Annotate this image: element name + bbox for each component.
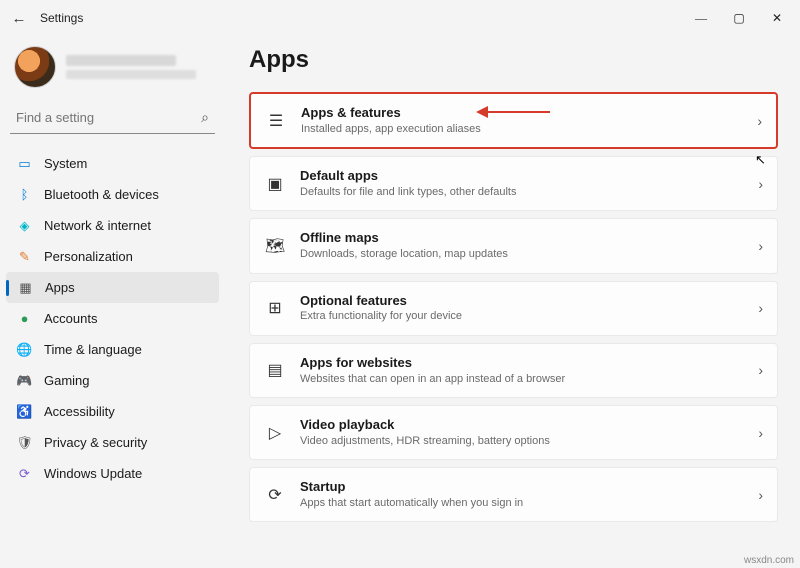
nav-time-language[interactable]: 🌐 Time & language xyxy=(6,334,219,365)
nav-label: Accessibility xyxy=(44,404,115,419)
page-title: Apps xyxy=(249,46,778,74)
startup-icon: ⟳ xyxy=(264,484,286,506)
apps-features-icon: ☰ xyxy=(265,110,287,132)
accounts-icon: ● xyxy=(16,310,33,327)
nav: ▭ System ᛒ Bluetooth & devices ◈ Network & … xyxy=(6,148,219,489)
cursor-icon: ↖ xyxy=(755,152,766,168)
personalization-icon: ✎ xyxy=(16,248,33,265)
chevron-right-icon: › xyxy=(758,300,763,316)
nav-system[interactable]: ▭ System xyxy=(6,148,219,179)
avatar xyxy=(14,46,56,88)
chevron-right-icon: › xyxy=(758,487,763,503)
time-icon: 🌐 xyxy=(16,341,33,358)
close-button[interactable]: ✕ xyxy=(758,4,796,32)
attribution: wsxdn.com xyxy=(744,555,794,566)
nav-accounts[interactable]: ● Accounts xyxy=(6,303,219,334)
nav-label: Gaming xyxy=(44,373,90,388)
card-desc: Downloads, storage location, map updates xyxy=(300,247,744,261)
nav-network[interactable]: ◈ Network & internet xyxy=(6,210,219,241)
card-title: Video playback xyxy=(300,417,744,434)
card-text: Apps for websites Websites that can open… xyxy=(300,355,744,386)
annotation-arrow xyxy=(470,106,555,118)
card-title: Apps for websites xyxy=(300,355,744,372)
card-text: Startup Apps that start automatically wh… xyxy=(300,479,744,510)
card-desc: Defaults for file and link types, other … xyxy=(300,185,744,199)
card-title: Offline maps xyxy=(300,230,744,247)
card-text: Offline maps Downloads, storage location… xyxy=(300,230,744,261)
nav-accessibility[interactable]: ♿ Accessibility xyxy=(6,396,219,427)
search-icon: ⌕ xyxy=(201,109,209,126)
card-desc: Installed apps, app execution aliases xyxy=(301,122,743,136)
nav-label: Accounts xyxy=(44,311,97,326)
window-controls: — ▢ ✕ xyxy=(682,4,796,32)
bluetooth-icon: ᛒ xyxy=(16,186,33,203)
card-title: Startup xyxy=(300,479,744,496)
user-text xyxy=(66,55,196,79)
card-apps-for-websites[interactable]: ▤ Apps for websites Websites that can op… xyxy=(249,343,778,398)
nav-windows-update[interactable]: ⟳ Windows Update xyxy=(6,458,219,489)
nav-label: Network & internet xyxy=(44,218,151,233)
nav-label: Personalization xyxy=(44,249,133,264)
optional-features-icon: ⊞ xyxy=(264,297,286,319)
chevron-right-icon: › xyxy=(758,362,763,378)
nav-label: Apps xyxy=(45,280,75,295)
nav-label: System xyxy=(44,156,87,171)
nav-gaming[interactable]: 🎮 Gaming xyxy=(6,365,219,396)
gaming-icon: 🎮 xyxy=(16,372,33,389)
sidebar: ⌕ ▭ System ᛒ Bluetooth & devices ◈ Network … xyxy=(0,36,225,568)
nav-label: Time & language xyxy=(44,342,142,357)
user-block[interactable] xyxy=(6,42,219,102)
maximize-button[interactable]: ▢ xyxy=(720,4,758,32)
card-title: Default apps xyxy=(300,168,744,185)
card-text: Optional features Extra functionality fo… xyxy=(300,293,744,324)
apps-icon: ▦ xyxy=(17,279,34,296)
card-desc: Extra functionality for your device xyxy=(300,309,744,323)
chevron-right-icon: › xyxy=(757,113,762,129)
nav-label: Privacy & security xyxy=(44,435,147,450)
card-text: Video playback Video adjustments, HDR st… xyxy=(300,417,744,448)
window-title: Settings xyxy=(40,11,83,25)
shell: ⌕ ▭ System ᛒ Bluetooth & devices ◈ Network … xyxy=(0,36,800,568)
card-video-playback[interactable]: ▷ Video playback Video adjustments, HDR … xyxy=(249,405,778,460)
update-icon: ⟳ xyxy=(16,465,33,482)
back-button[interactable]: ← xyxy=(4,10,34,27)
titlebar: ← Settings — ▢ ✕ xyxy=(0,0,800,36)
minimize-button[interactable]: — xyxy=(682,4,720,32)
chevron-right-icon: › xyxy=(758,238,763,254)
nav-privacy[interactable]: 🛡 Privacy & security xyxy=(6,427,219,458)
user-email-blurred xyxy=(66,70,196,79)
card-desc: Apps that start automatically when you s… xyxy=(300,496,744,510)
apps-websites-icon: ▤ xyxy=(264,359,286,381)
card-startup[interactable]: ⟳ Startup Apps that start automatically … xyxy=(249,467,778,522)
chevron-right-icon: › xyxy=(758,176,763,192)
user-name-blurred xyxy=(66,55,176,66)
network-icon: ◈ xyxy=(16,217,33,234)
card-offline-maps[interactable]: 🗺 Offline maps Downloads, storage locati… xyxy=(249,218,778,273)
nav-apps[interactable]: ▦ Apps xyxy=(6,272,219,303)
offline-maps-icon: 🗺 xyxy=(264,235,286,257)
card-title: Optional features xyxy=(300,293,744,310)
search-box[interactable]: ⌕ xyxy=(10,102,215,134)
search-input[interactable] xyxy=(16,110,201,125)
card-default-apps[interactable]: ▣ Default apps Defaults for file and lin… xyxy=(249,156,778,211)
nav-personalization[interactable]: ✎ Personalization xyxy=(6,241,219,272)
card-apps-features[interactable]: ☰ Apps & features Installed apps, app ex… xyxy=(249,92,778,149)
nav-label: Bluetooth & devices xyxy=(44,187,159,202)
system-icon: ▭ xyxy=(16,155,33,172)
default-apps-icon: ▣ xyxy=(264,173,286,195)
video-playback-icon: ▷ xyxy=(264,422,286,444)
privacy-icon: 🛡 xyxy=(16,434,33,451)
card-desc: Websites that can open in an app instead… xyxy=(300,372,744,386)
nav-label: Windows Update xyxy=(44,466,142,481)
chevron-right-icon: › xyxy=(758,425,763,441)
card-optional-features[interactable]: ⊞ Optional features Extra functionality … xyxy=(249,281,778,336)
accessibility-icon: ♿ xyxy=(16,403,33,420)
card-desc: Video adjustments, HDR streaming, batter… xyxy=(300,434,744,448)
card-text: Default apps Defaults for file and link … xyxy=(300,168,744,199)
nav-bluetooth[interactable]: ᛒ Bluetooth & devices xyxy=(6,179,219,210)
